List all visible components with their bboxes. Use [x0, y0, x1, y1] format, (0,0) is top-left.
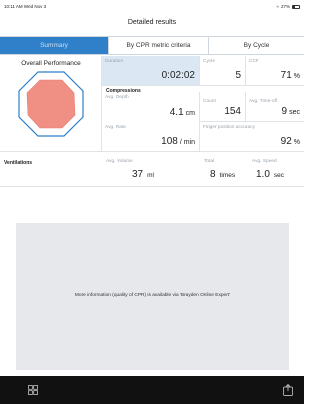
avg-speed-cell: Avg. Speed 1.0 sec [250, 157, 304, 187]
tab-summary[interactable]: Summary [0, 37, 108, 54]
avg-rate-value-wrap: 108/ min [161, 136, 195, 147]
cycle-cell: Cycle 5 [200, 56, 246, 86]
overall-performance-title: Overall Performance [21, 60, 81, 67]
tab-by-cpr-metric-criteria[interactable]: By CPR metric criteria [108, 37, 208, 54]
battery-percent: 27% [280, 4, 290, 9]
finger-accuracy-cell: Finger position accuracy 92% [200, 122, 304, 152]
avg-timeoff-label: Avg. Time-off [249, 99, 278, 104]
avg-volume-label: Avg. Volume [106, 159, 133, 164]
grid-icon[interactable] [28, 385, 38, 395]
finger-accuracy-value-wrap: 92% [281, 136, 300, 147]
info-panel: More information (quality of CPR) is ava… [16, 223, 289, 370]
ccf-value-wrap: 71% [281, 70, 300, 81]
bottom-toolbar [0, 376, 304, 404]
tab-by-cycle[interactable]: By Cycle [208, 37, 304, 54]
total-cell: Total 8 times [202, 157, 248, 187]
count-cell: Count 154 [200, 92, 246, 122]
duration-label: Duration [105, 59, 124, 64]
performance-octagon-chart [18, 71, 84, 137]
finger-accuracy-label: Finger position accuracy [203, 125, 255, 130]
avg-depth-value: 4.1 [169, 107, 184, 118]
avg-rate-label: Avg. Rate [105, 125, 126, 130]
avg-speed-value: 1.0 [256, 169, 270, 180]
avg-speed-value-wrap: 1.0 sec [256, 169, 284, 180]
avg-timeoff-cell: Avg. Time-off 9 sec [246, 92, 304, 122]
finger-accuracy-unit: % [293, 139, 300, 146]
ccf-cell: CCF 71% [246, 56, 304, 86]
status-bar: 10:11 AM Wed Nov 3 ≈ 27% [0, 0, 304, 14]
count-label: Count [203, 99, 216, 104]
avg-depth-value-wrap: 4.1 cm [170, 107, 195, 118]
avg-timeoff-value-wrap: 9 sec [282, 106, 300, 117]
avg-volume-value-wrap: 37 ml [132, 169, 154, 180]
avg-volume-value: 37 [132, 169, 144, 180]
ventilations-row: Ventilations Avg. Volume 37 ml Total 8 tim… [0, 157, 304, 187]
avg-depth-unit: cm [185, 110, 195, 117]
total-unit: times [219, 172, 236, 179]
avg-rate-cell: Avg. Rate 108/ min [102, 122, 200, 152]
finger-accuracy-value: 92 [280, 136, 292, 147]
wifi-icon: ≈ [276, 4, 279, 9]
total-value: 8 [210, 169, 216, 180]
cycle-label: Cycle [203, 59, 215, 64]
info-text: More information (quality of CPR) is ava… [74, 293, 231, 298]
avg-timeoff-value: 9 [281, 106, 288, 117]
avg-depth-cell: Avg. Depth 4.1 cm [102, 92, 200, 122]
battery-icon [292, 4, 300, 9]
avg-speed-unit: sec [273, 172, 285, 179]
ventilations-title: Ventilations [4, 160, 33, 166]
export-icon[interactable] [283, 384, 293, 396]
page-title: Detailed results [127, 19, 177, 26]
avg-depth-label: Avg. Depth [105, 95, 129, 100]
total-label: Total [204, 159, 215, 164]
status-battery: ≈ 27% [276, 4, 300, 9]
ccf-value: 71 [280, 70, 292, 81]
avg-rate-unit: / min [179, 139, 195, 146]
ccf-unit: % [293, 73, 300, 80]
ccf-label: CCF [249, 59, 259, 64]
overall-performance-panel: Overall Performance [0, 56, 102, 152]
avg-rate-value: 108 [161, 136, 178, 147]
duration-value: 0:02:02 [161, 70, 195, 81]
avg-volume-unit: ml [147, 172, 154, 179]
performance-shape [26, 79, 76, 129]
status-time-date: 10:11 AM Wed Nov 3 [4, 4, 47, 9]
avg-volume-cell: Avg. Volume 37 ml [104, 157, 200, 187]
avg-timeoff-unit: sec [289, 109, 300, 116]
avg-speed-label: Avg. Speed [252, 159, 277, 164]
total-value-wrap: 8 times [210, 169, 235, 180]
tab-bar: Summary By CPR metric criteria By Cycle [0, 36, 304, 55]
count-value: 154 [224, 106, 241, 117]
duration-cell: Duration 0:02:02 [102, 56, 200, 86]
cycle-value: 5 [235, 70, 241, 81]
